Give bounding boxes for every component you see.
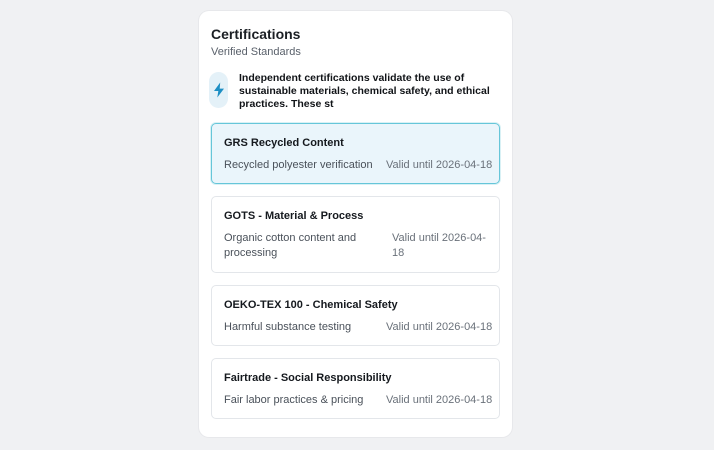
- certification-valid-date: Valid until 2026-04-18: [386, 394, 493, 406]
- certification-description: Organic cotton content and processing: [224, 232, 357, 259]
- certifications-card: Certifications Verified Standards Indepe…: [199, 11, 512, 437]
- certification-valid-date: Valid until 2026-04-18: [386, 159, 493, 171]
- certification-description: Fair labor practices & pricing: [224, 394, 364, 406]
- certification-item-gots[interactable]: GOTS - Material & Process Organic cotton…: [211, 196, 500, 273]
- info-text: Independent certifications validate the …: [239, 72, 490, 110]
- certification-name: GOTS - Material & Process: [224, 210, 364, 222]
- certification-item-grs[interactable]: GRS Recycled Content Recycled polyester …: [211, 123, 500, 184]
- certification-valid-date: Valid until 2026-04-18: [392, 232, 486, 259]
- certification-description: Harmful substance testing: [224, 321, 352, 333]
- certification-name: Fairtrade - Social Responsibility: [224, 372, 392, 384]
- card-title: Certifications: [211, 26, 301, 42]
- lightning-bolt-icon: [209, 72, 228, 108]
- certification-item-fairtrade[interactable]: Fairtrade - Social Responsibility Fair l…: [211, 358, 500, 419]
- info-banner: Independent certifications validate the …: [209, 72, 499, 112]
- card-subtitle: Verified Standards: [211, 46, 301, 58]
- certification-valid-date: Valid until 2026-04-18: [386, 321, 493, 333]
- certification-item-oeko-tex[interactable]: OEKO-TEX 100 - Chemical Safety Harmful s…: [211, 285, 500, 346]
- certification-description: Recycled polyester verification: [224, 159, 373, 171]
- certification-name: OEKO-TEX 100 - Chemical Safety: [224, 299, 398, 311]
- certification-name: GRS Recycled Content: [224, 137, 344, 149]
